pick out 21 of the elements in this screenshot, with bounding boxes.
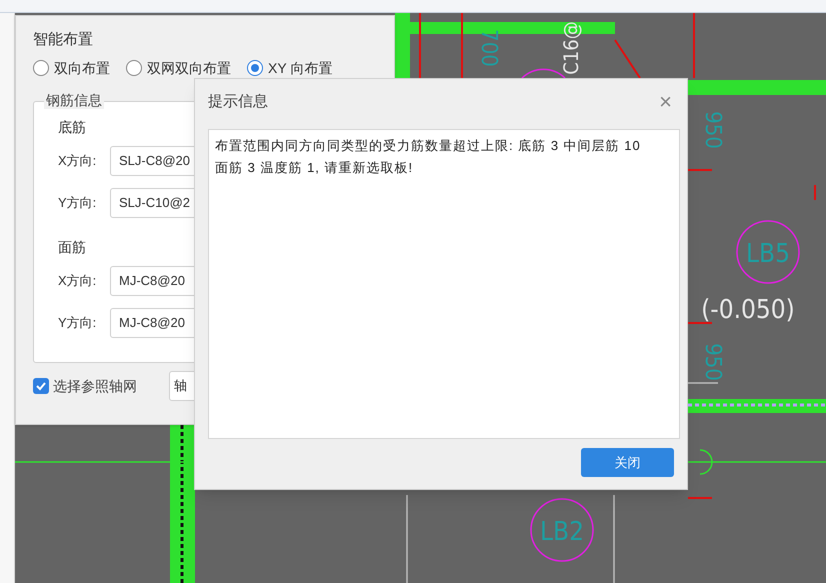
- rebar-label: C16@: [559, 21, 583, 75]
- field-label: X方向:: [58, 272, 98, 290]
- slab-label: LB5: [746, 239, 790, 269]
- section-title: 面筋: [58, 238, 87, 256]
- dialog-title: 提示信息: [208, 92, 268, 112]
- dimension-label: 950: [700, 111, 725, 149]
- radio-label: XY 向布置: [268, 58, 332, 78]
- group-title: 钢筋信息: [44, 91, 104, 109]
- field-label: X方向:: [58, 152, 98, 170]
- elevation-label: (-0.050): [701, 295, 795, 325]
- field-label: Y方向:: [58, 314, 98, 332]
- checkbox-label: 选择参照轴网: [53, 376, 137, 396]
- dimension-label: 700: [476, 29, 501, 67]
- dimension-label: 950: [700, 343, 725, 381]
- radio-label: 双向布置: [54, 58, 110, 78]
- radio-label: 双网双向布置: [147, 58, 231, 78]
- section-title: 底筋: [58, 118, 87, 136]
- field-label: Y方向:: [58, 194, 98, 212]
- dialog-title: 智能布置: [33, 30, 94, 50]
- message-text: 布置范围内同方向同类型的受力筋数量超过上限: 底筋 3 中间层筋 10 面筋 3 温度筋 1, 请重新选取板!: [215, 137, 642, 177]
- slab-label: LB2: [540, 517, 584, 547]
